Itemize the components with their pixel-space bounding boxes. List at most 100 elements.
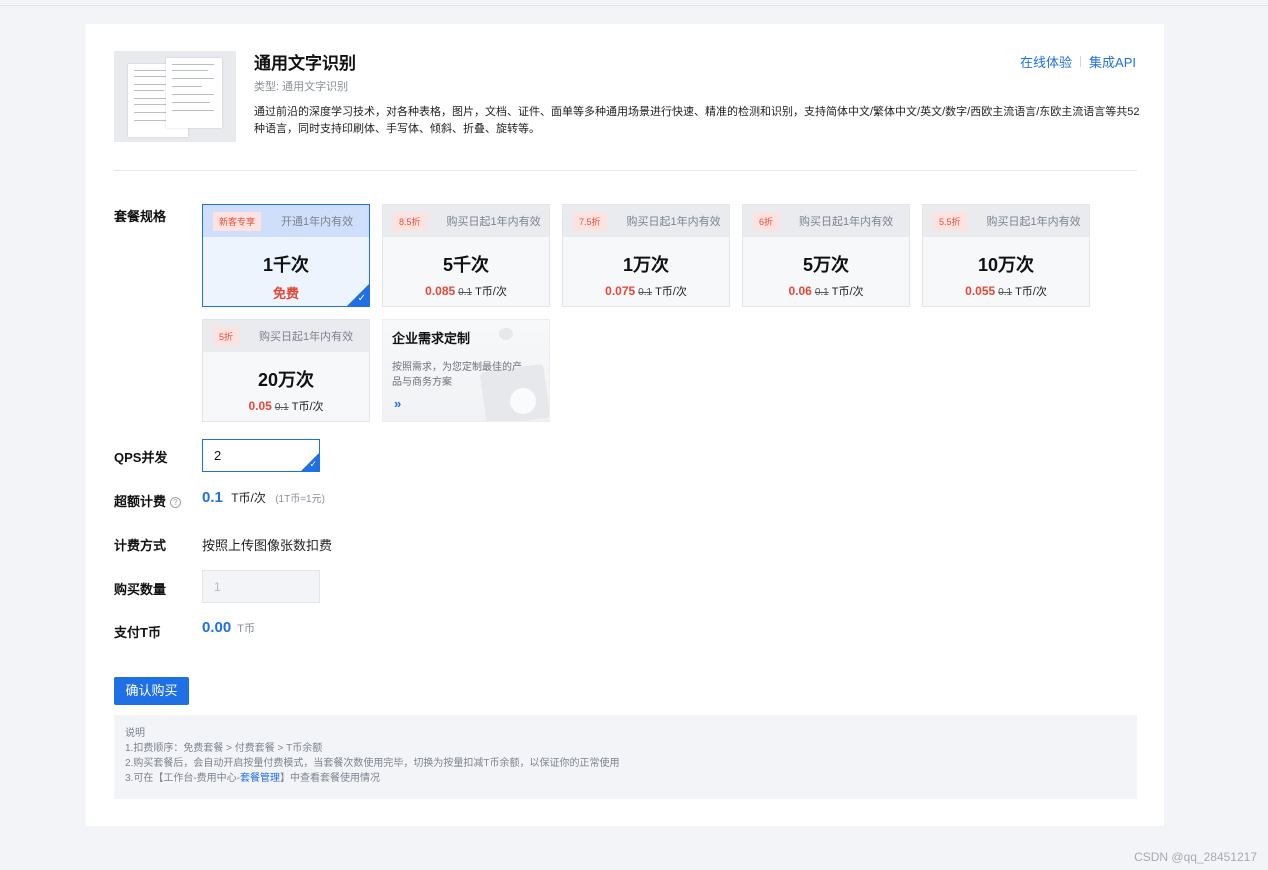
price-now: 0.075 <box>605 284 636 298</box>
billing-method-value: 按照上传图像张数扣费 <box>202 538 333 553</box>
enterprise-description: 按照需求，为您定制最佳的产品与商务方案 <box>392 362 522 388</box>
package-header: 7.5折 购买日起1年内有效 <box>563 205 729 237</box>
enterprise-title: 企业需求定制 <box>392 331 471 346</box>
package-management-link[interactable]: 套餐管理 <box>240 773 280 784</box>
qps-label: QPS并发 <box>114 450 168 465</box>
package-header: 8.5折 购买日起1年内有效 <box>383 205 549 237</box>
top-border <box>0 0 1268 6</box>
price-unit: T币/次 <box>475 286 507 298</box>
validity-text: 购买日起1年内有效 <box>259 331 354 343</box>
overage-price: 0.1 <box>202 489 223 506</box>
overage-value-group: 0.1 T币/次 (1T币=1元) <box>202 489 325 506</box>
discount-badge: 5折 <box>213 326 240 346</box>
price-now: 0.085 <box>425 284 456 298</box>
notes-line-3-pre: 3.可在【工作台-费用中心- <box>125 773 240 784</box>
package-name: 5千次 <box>442 255 489 275</box>
product-card: 通用文字识别 类型: 通用文字识别 通过前沿的深度学习技术，对各种表格，图片，文… <box>86 24 1164 826</box>
help-icon[interactable]: ? <box>170 497 182 509</box>
price-now: 0.05 <box>248 399 272 413</box>
header-links: 在线体验 集成API <box>1020 52 1136 71</box>
package-price: 免费 <box>203 283 369 302</box>
validity-text: 购买日起1年内有效 <box>799 216 894 228</box>
discount-badge: 6折 <box>753 211 780 231</box>
package-price: 0.075 0.1 T币/次 <box>563 283 729 299</box>
overage-row: 超额计费? <box>114 491 182 510</box>
notes-line-3-post: 】中查看套餐使用情况 <box>280 773 380 784</box>
notes-line-3: 3.可在【工作台-费用中心-套餐管理】中查看套餐使用情况 <box>125 771 1126 786</box>
notes-title: 说明 <box>125 728 145 739</box>
package-name: 5万次 <box>802 255 849 275</box>
package-name: 20万次 <box>257 370 315 390</box>
product-thumbnail <box>114 51 236 142</box>
price-old: 0.1 <box>458 287 473 298</box>
validity-text: 购买日起1年内有效 <box>626 216 721 228</box>
package-header: 5折 购买日起1年内有效 <box>203 320 369 352</box>
pay-amount: 0.00 <box>202 619 232 636</box>
notes-line-1: 1.扣费顺序：免费套餐 > 付费套餐 > T币余额 <box>125 743 323 754</box>
check-icon: ✓ <box>309 459 317 469</box>
billing-method-label: 计费方式 <box>114 538 167 553</box>
package-header: 新客专享 开通1年内有效 <box>203 205 369 237</box>
decorative-shape <box>499 328 513 340</box>
package-card-10k[interactable]: 7.5折 购买日起1年内有效 1万次 0.075 0.1 T币/次 <box>562 204 730 307</box>
price-now: 免费 <box>272 286 299 301</box>
product-description: 通过前沿的深度学习技术，对各种表格，图片，文档、证件、面单等多种通用场景进行快速… <box>254 106 1140 135</box>
pay-label: 支付T币 <box>114 625 161 640</box>
discount-badge: 5.5折 <box>933 211 967 231</box>
package-header: 5.5折 购买日起1年内有效 <box>923 205 1089 237</box>
exchange-note: (1T币=1元) <box>275 494 325 505</box>
price-unit: T币/次 <box>655 286 687 298</box>
package-name: 1万次 <box>622 255 669 275</box>
price-old: 0.1 <box>998 287 1013 298</box>
validity-text: 购买日起1年内有效 <box>986 216 1081 228</box>
package-header: 6折 购买日起1年内有效 <box>743 205 909 237</box>
package-card-100k[interactable]: 5.5折 购买日起1年内有效 10万次 0.055 0.1 T币/次 <box>922 204 1090 307</box>
package-card-1k[interactable]: 新客专享 开通1年内有效 1千次 免费 ✓ <box>202 204 370 307</box>
price-old: 0.1 <box>814 287 829 298</box>
package-name: 10万次 <box>977 255 1035 275</box>
package-card-50k[interactable]: 6折 购买日起1年内有效 5万次 0.06 0.1 T币/次 <box>742 204 910 307</box>
notes-line-2: 2.购买套餐后，会自动开启按量付费模式，当套餐次数使用完毕，切换为按量扣减T币余… <box>125 758 620 769</box>
package-price: 0.085 0.1 T币/次 <box>383 283 549 299</box>
check-icon: ✓ <box>357 293 366 304</box>
qps-value: 2 <box>214 448 222 463</box>
discount-badge: 8.5折 <box>393 211 427 231</box>
integrate-api-link[interactable]: 集成API <box>1089 52 1136 71</box>
watermark: CSDN @qq_28451217 <box>1134 850 1257 864</box>
quantity-label: 购买数量 <box>114 582 167 597</box>
package-name: 1千次 <box>262 255 309 275</box>
package-price: 0.05 0.1 T币/次 <box>203 398 369 414</box>
price-old: 0.1 <box>274 402 289 413</box>
price-old: 0.1 <box>638 287 653 298</box>
product-type: 类型: 通用文字识别 <box>254 81 349 93</box>
package-card-5k[interactable]: 8.5折 购买日起1年内有效 5千次 0.085 0.1 T币/次 <box>382 204 550 307</box>
qps-input[interactable]: 2 ✓ <box>202 439 320 472</box>
price-unit: T币/次 <box>831 286 864 298</box>
package-label: 套餐规格 <box>114 209 167 224</box>
discount-badge: 新客专享 <box>213 211 262 231</box>
price-unit: T币/次 <box>1015 286 1047 298</box>
pay-unit: T币 <box>237 623 255 635</box>
validity-text: 购买日起1年内有效 <box>446 216 541 228</box>
overage-label: 超额计费 <box>114 494 167 509</box>
quantity-input[interactable]: 1 <box>202 570 320 603</box>
notes-box: 说明 1.扣费顺序：免费套餐 > 付费套餐 > T币余额 2.购买套餐后，会自动… <box>114 715 1137 799</box>
package-price: 0.06 0.1 T币/次 <box>743 283 909 299</box>
price-now: 0.06 <box>788 284 812 298</box>
validity-text: 开通1年内有效 <box>281 216 354 228</box>
double-arrow-icon[interactable]: » <box>394 396 401 411</box>
package-card-200k[interactable]: 5折 购买日起1年内有效 20万次 0.05 0.1 T币/次 <box>202 319 370 422</box>
decorative-shape <box>510 388 536 414</box>
pay-value-group: 0.00 T币 <box>202 619 255 636</box>
link-separator <box>1080 56 1082 67</box>
discount-badge: 7.5折 <box>573 211 607 231</box>
enterprise-custom-card[interactable]: 企业需求定制 按照需求，为您定制最佳的产品与商务方案 » <box>382 319 550 422</box>
overage-unit: T币/次 <box>231 491 266 505</box>
package-price: 0.055 0.1 T币/次 <box>923 283 1089 299</box>
product-title: 通用文字识别 <box>254 54 356 73</box>
price-now: 0.055 <box>965 284 996 298</box>
quantity-value: 1 <box>214 580 221 594</box>
price-unit: T币/次 <box>291 401 324 413</box>
try-online-link[interactable]: 在线体验 <box>1020 52 1072 71</box>
confirm-purchase-button[interactable]: 确认购买 <box>114 677 189 705</box>
